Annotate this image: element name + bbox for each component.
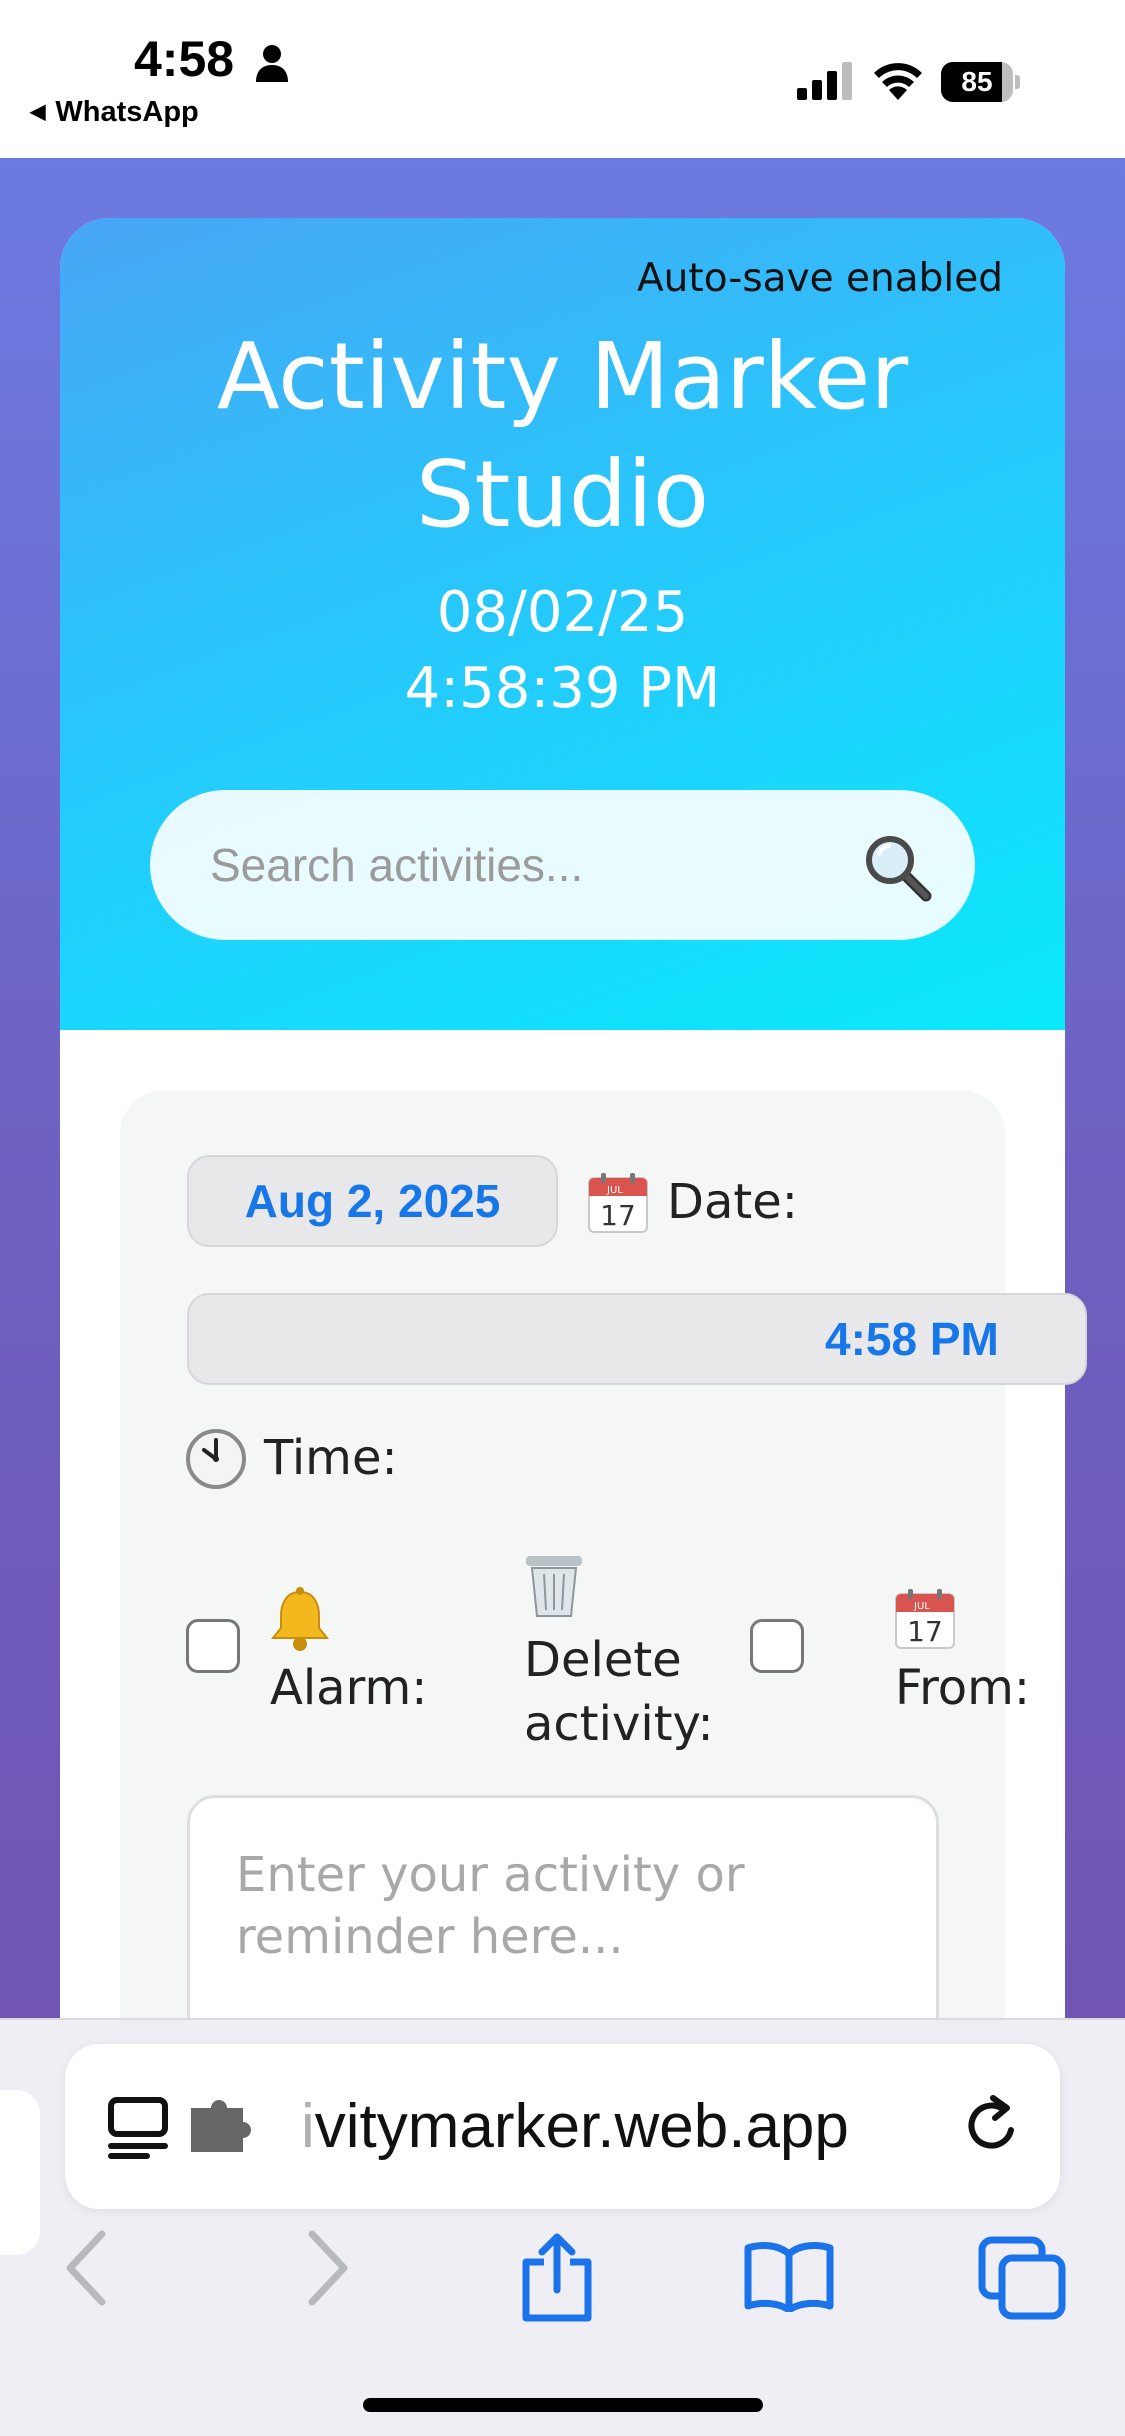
search-input[interactable]	[210, 790, 850, 940]
time-label: Time:	[264, 1430, 398, 1486]
battery-icon: 85	[941, 62, 1020, 102]
from-label: From:	[895, 1660, 1031, 1716]
date-picker[interactable]: Aug 2, 2025	[187, 1155, 558, 1247]
share-icon[interactable]	[518, 2232, 596, 2324]
autosave-status: Auto-save enabled	[637, 256, 1003, 301]
back-app-label: WhatsApp	[55, 96, 199, 128]
app-header: Auto-save enabled Activity Marker Studio…	[60, 218, 1065, 1030]
wifi-icon	[874, 63, 922, 100]
svg-text:JUL: JUL	[913, 1601, 930, 1612]
bookmarks-icon[interactable]	[742, 2240, 836, 2312]
alarm-checkbox[interactable]	[186, 1619, 240, 1673]
current-date: 08/02/25	[436, 580, 689, 645]
clock-icon	[186, 1429, 246, 1489]
delete-activity-label: Delete activity:	[524, 1632, 714, 1752]
home-indicator[interactable]	[363, 2398, 763, 2412]
activity-placeholder: Enter your activity or reminder here...	[236, 1847, 745, 1965]
time-value: 4:58 PM	[825, 1313, 999, 1365]
tabs-icon[interactable]	[978, 2236, 1068, 2320]
url-domain: vitymarker.web.app	[314, 2092, 849, 2161]
url-faded-prefix: i	[301, 2092, 315, 2161]
svg-text:17: 17	[600, 1199, 636, 1232]
browser-toolbar: ivitymarker.web.app	[0, 2018, 1125, 2436]
alarm-label: Alarm:	[270, 1660, 428, 1716]
date-label: Date:	[667, 1174, 798, 1230]
extension-icon[interactable]	[187, 2100, 251, 2156]
bell-icon	[270, 1587, 330, 1651]
search-bar[interactable]	[150, 790, 975, 940]
reload-icon[interactable]	[957, 2090, 1029, 2162]
trash-icon	[526, 1556, 582, 1617]
signal-icon	[797, 62, 852, 100]
previous-tab-stub[interactable]	[0, 2090, 40, 2255]
back-to-app-link[interactable]: ◀ WhatsApp	[30, 96, 199, 129]
calendar-icon: JUL 17	[588, 1173, 648, 1233]
svg-text:JUL: JUL	[606, 1185, 623, 1196]
battery-percent: 85	[961, 66, 993, 97]
current-time: 4:58:39 PM	[404, 656, 721, 721]
magnifier-icon[interactable]	[862, 832, 934, 904]
time-picker[interactable]: 4:58 PM	[187, 1293, 1087, 1385]
status-time: 4:58	[134, 31, 235, 87]
delete-checkbox[interactable]	[750, 1619, 804, 1673]
back-icon[interactable]	[62, 2228, 112, 2308]
url-text: ivitymarker.web.app	[301, 2044, 849, 2209]
from-calendar-icon: JUL 17	[895, 1589, 955, 1649]
person-icon	[256, 45, 288, 82]
back-triangle-icon: ◀	[30, 101, 46, 123]
reader-icon[interactable]	[107, 2096, 169, 2160]
app-title: Activity Marker Studio	[216, 323, 909, 548]
forward-icon[interactable]	[302, 2228, 352, 2308]
status-bar: 4:58 ◀ WhatsApp 85	[0, 0, 1125, 158]
svg-text:17: 17	[907, 1615, 943, 1648]
address-bar[interactable]: ivitymarker.web.app	[65, 2044, 1060, 2209]
